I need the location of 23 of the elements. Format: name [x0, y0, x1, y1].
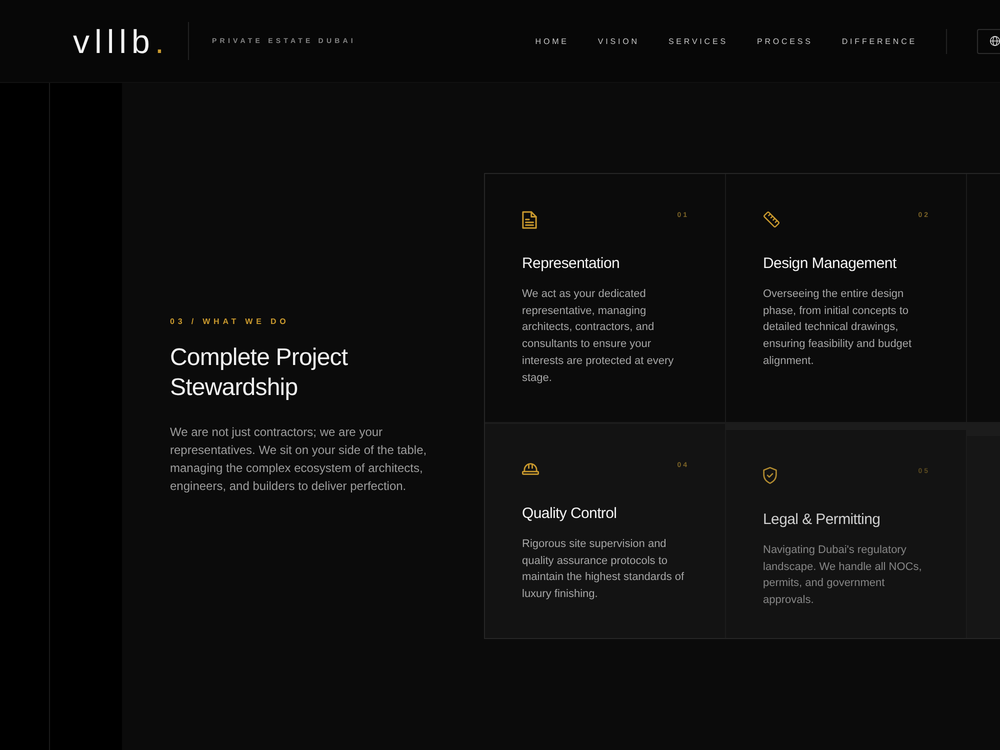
nav-link[interactable]: SERVICES: [668, 36, 728, 46]
nav-link[interactable]: VISION: [598, 36, 640, 46]
card-description: Rigorous site supervision and quality assurance protocols to maintain the highest standards of luxury finishing.: [522, 537, 686, 602]
hard-hat-icon: [522, 463, 539, 475]
section-eyebrow: 03 / WHAT WE DO: [170, 317, 290, 327]
nav-link[interactable]: PROCESS: [756, 36, 813, 46]
nav-link[interactable]: HOME: [535, 36, 569, 46]
section-description: We are not just contractors; we are your representatives. We sit on your side of the table, managing the complex ecosystem of architects, engineers, and builders to deliver perfection.: [170, 424, 428, 495]
card-description: Overseeing the entire design phase, from initial concepts to detailed technical drawings, ensuring feasibility and budget alignment.: [763, 287, 913, 369]
globe-icon: [990, 36, 1000, 46]
nav-link[interactable]: DIFFERENCE: [842, 36, 917, 46]
logo[interactable]: vlllb.: [73, 24, 164, 58]
card-title: Representation: [522, 255, 621, 273]
card-description: Navigating Dubai's regulatory landscape. We handle all NOCs, permits, and government approvals.: [763, 543, 923, 608]
language-button[interactable]: [977, 28, 1000, 54]
section-heading: Complete Project Stewardship: [170, 343, 349, 403]
document-icon: [522, 211, 537, 229]
card-description: We act as your dedicated representative, managing architects, contractors, and consultants to ensure your interests are protected at every stage.: [522, 287, 675, 386]
shield-check-icon: [763, 467, 777, 484]
card-title: Quality Control: [522, 505, 618, 523]
ruler-icon: [763, 211, 780, 228]
card-title: Legal & Permitting: [763, 511, 882, 529]
card-title: Design Management: [763, 255, 898, 273]
